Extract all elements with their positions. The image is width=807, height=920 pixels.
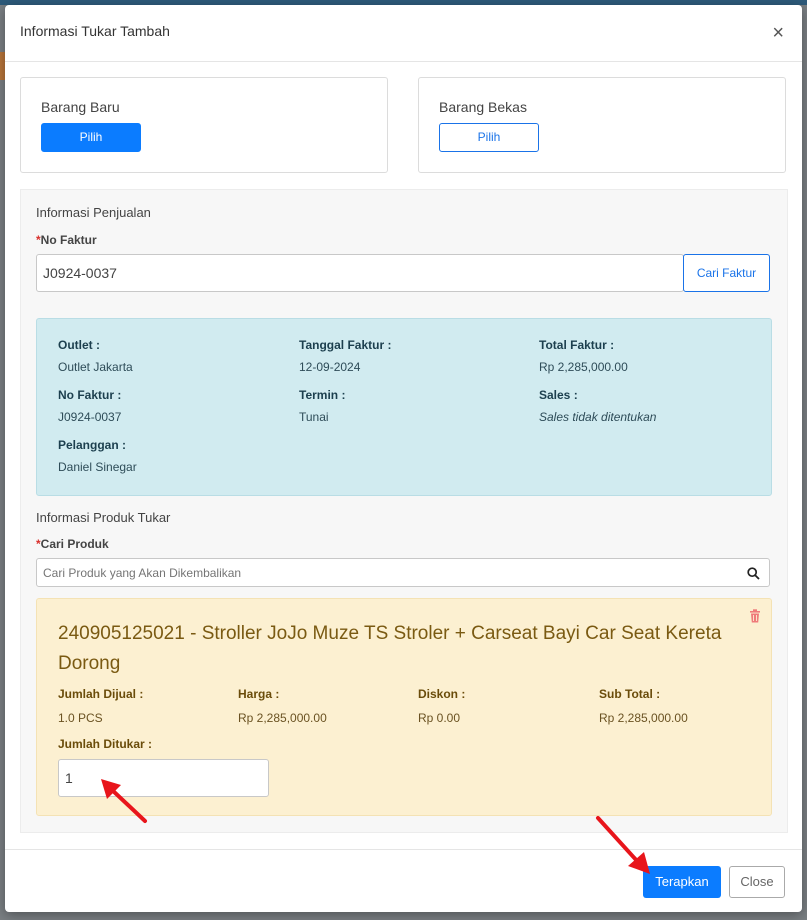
outlet-label: Outlet : bbox=[58, 338, 100, 352]
annotation-arrow-apply bbox=[596, 816, 650, 874]
trash-icon[interactable] bbox=[749, 609, 761, 623]
product-title: 240905125021 - Stroller JoJo Muze TS Str… bbox=[58, 623, 722, 674]
product-search-label: *Cari Produk bbox=[36, 537, 109, 551]
term-value: Tunai bbox=[299, 410, 329, 424]
price-label: Harga : bbox=[238, 687, 280, 701]
new-item-label: Barang Baru bbox=[41, 99, 120, 115]
outlet-value: Outlet Jakarta bbox=[58, 360, 133, 374]
new-item-select-button[interactable]: Pilih bbox=[41, 123, 141, 152]
search-invoice-button[interactable]: Cari Faktur bbox=[683, 254, 770, 292]
invoice-details: Outlet : Outlet Jakarta Tanggal Faktur :… bbox=[36, 318, 772, 496]
modal-header: Informasi Tukar Tambah × bbox=[5, 5, 802, 62]
sales-info-title: Informasi Penjualan bbox=[36, 205, 151, 220]
sales-value: Sales tidak ditentukan bbox=[539, 410, 657, 424]
term-label: Termin : bbox=[299, 388, 346, 402]
exchange-qty-value: 1 bbox=[65, 770, 73, 786]
invoice-label: *No Faktur bbox=[36, 233, 97, 247]
modal-title: Informasi Tukar Tambah bbox=[20, 23, 170, 39]
close-button[interactable]: Close bbox=[729, 866, 785, 898]
discount-value: Rp 0.00 bbox=[418, 711, 461, 725]
sold-qty-value: 1.0 PCS bbox=[58, 711, 103, 725]
sales-label: Sales : bbox=[539, 388, 578, 402]
search-icon[interactable] bbox=[747, 567, 760, 580]
invoice-total-value: Rp 2,285,000.00 bbox=[539, 360, 628, 374]
customer-value: Daniel Sinegar bbox=[58, 460, 137, 474]
invoice-input[interactable]: J0924-0037 bbox=[36, 254, 684, 292]
invoice-total-label: Total Faktur : bbox=[539, 338, 615, 352]
price-value: Rp 2,285,000.00 bbox=[238, 711, 327, 725]
annotation-arrow-qty bbox=[101, 779, 147, 823]
product-search-label-text: Cari Produk bbox=[40, 537, 109, 551]
invoice-input-value: J0924-0037 bbox=[43, 265, 117, 281]
sold-qty-label: Jumlah Dijual : bbox=[58, 687, 144, 701]
used-item-select-button[interactable]: Pilih bbox=[439, 123, 539, 152]
customer-label: Pelanggan : bbox=[58, 438, 127, 452]
subtotal-value: Rp 2,285,000.00 bbox=[599, 711, 688, 725]
exchange-qty-label: Jumlah Ditukar : bbox=[58, 737, 153, 751]
product-search-input[interactable] bbox=[36, 558, 770, 587]
discount-label: Diskon : bbox=[418, 687, 466, 701]
used-item-label: Barang Bekas bbox=[439, 99, 527, 115]
subtotal-label: Sub Total : bbox=[599, 687, 661, 701]
exchange-info-title: Informasi Produk Tukar bbox=[36, 510, 171, 525]
exchange-modal: Informasi Tukar Tambah × Barang Baru Pil… bbox=[5, 5, 802, 912]
close-icon[interactable]: × bbox=[772, 23, 784, 43]
invoice-date-value: 12-09-2024 bbox=[299, 360, 361, 374]
invoice-no-value: J0924-0037 bbox=[58, 410, 122, 424]
invoice-date-label: Tanggal Faktur : bbox=[299, 338, 392, 352]
used-item-box: Barang Bekas Pilih bbox=[418, 77, 786, 173]
footer-divider bbox=[5, 849, 802, 850]
invoice-label-text: No Faktur bbox=[40, 233, 97, 247]
product-search-field[interactable] bbox=[43, 559, 723, 586]
invoice-no-label: No Faktur : bbox=[58, 388, 122, 402]
new-item-box: Barang Baru Pilih bbox=[20, 77, 388, 173]
